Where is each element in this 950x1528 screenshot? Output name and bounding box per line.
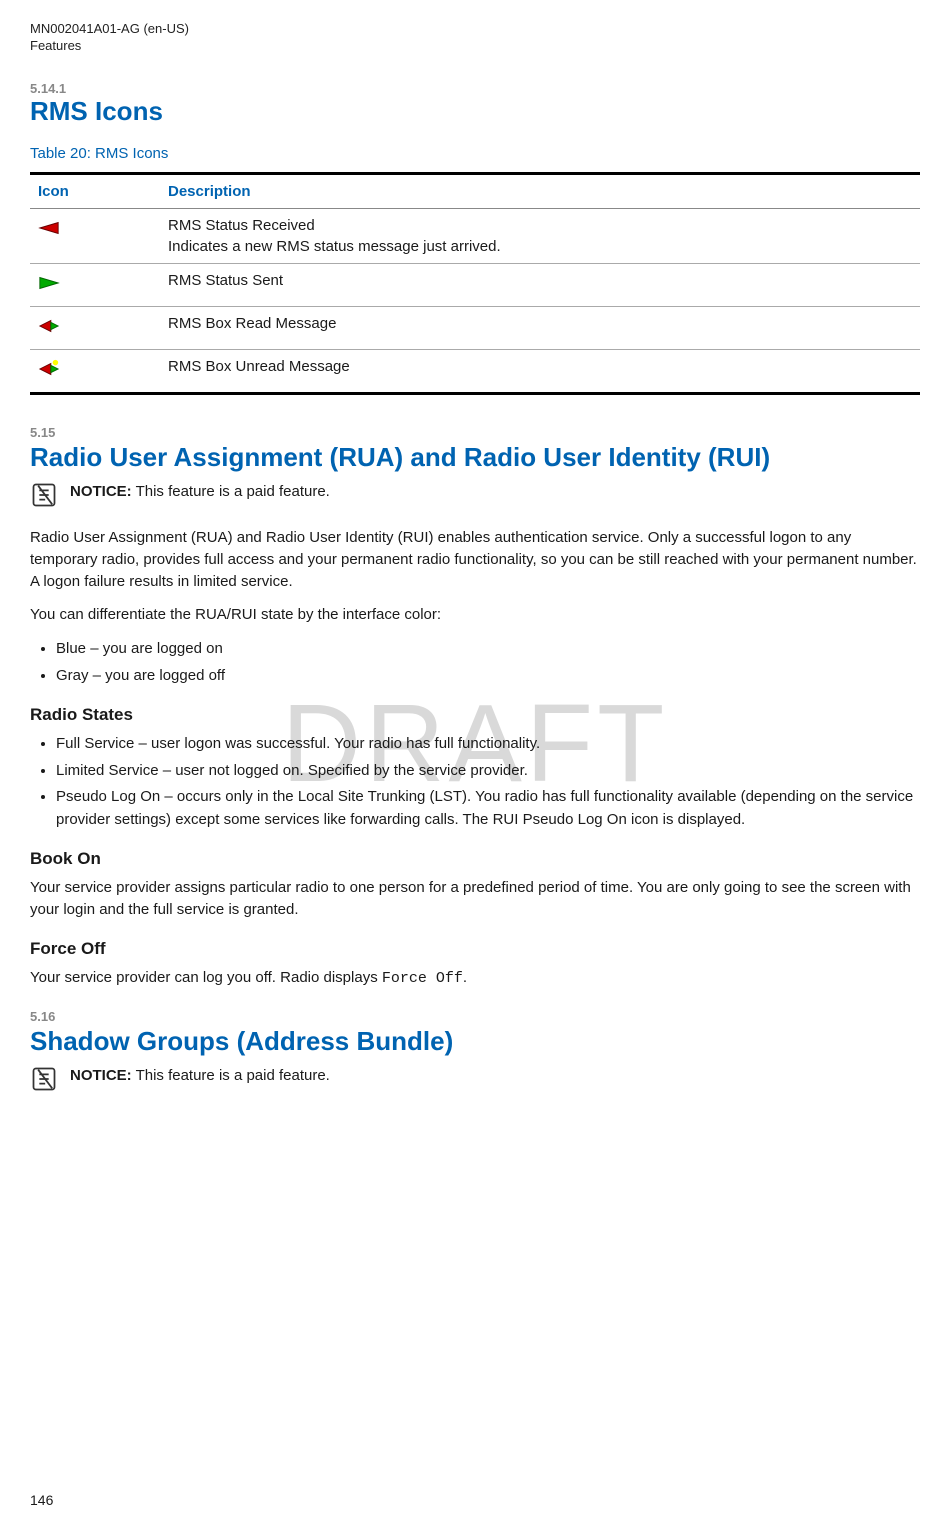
subhead-radio-states: Radio States	[30, 705, 920, 725]
doc-id: MN002041A01-AG (en-US)	[30, 20, 920, 38]
para-book-on: Your service provider assigns particular…	[30, 877, 920, 921]
list-item: Blue – you are logged on	[56, 638, 920, 661]
section-title-rms-icons: RMS Icons	[30, 96, 920, 127]
rms-status-sent-icon	[38, 272, 60, 294]
list-item: Full Service – user logon was successful…	[56, 733, 920, 756]
list-item: Pseudo Log On – occurs only in the Local…	[56, 786, 920, 831]
page-number: 146	[30, 1492, 53, 1508]
section-title-rua-rui: Radio User Assignment (RUA) and Radio Us…	[30, 442, 920, 473]
rms-icons-table: Icon Description RMS Status Received Ind…	[30, 172, 920, 395]
row-title: RMS Box Read Message	[168, 315, 912, 332]
notice-row: NOTICE: This feature is a paid feature.	[30, 1065, 920, 1093]
subhead-book-on: Book On	[30, 849, 920, 869]
list-item: Gray – you are logged off	[56, 665, 920, 688]
para-force-off: Your service provider can log you off. R…	[30, 967, 920, 990]
col-header-icon: Icon	[30, 174, 160, 209]
rms-box-unread-icon	[38, 358, 60, 380]
section-number-5-14-1: 5.14.1	[30, 81, 920, 96]
para-rua-color: You can differentiate the RUA/RUI state …	[30, 604, 920, 626]
row-detail: Indicates a new RMS status message just …	[168, 238, 501, 255]
section-title-shadow-groups: Shadow Groups (Address Bundle)	[30, 1026, 920, 1057]
doc-section: Features	[30, 38, 920, 53]
table-caption: Table 20: RMS Icons	[30, 145, 920, 162]
row-title: RMS Status Received	[168, 217, 912, 234]
force-off-code: Force Off	[382, 970, 463, 987]
row-title: RMS Box Unread Message	[168, 358, 912, 375]
para-rua-intro: Radio User Assignment (RUA) and Radio Us…	[30, 527, 920, 592]
table-row: RMS Box Read Message	[30, 307, 920, 350]
table-row: RMS Status Received Indicates a new RMS …	[30, 209, 920, 264]
table-row: RMS Status Sent	[30, 264, 920, 307]
subhead-force-off: Force Off	[30, 939, 920, 959]
rms-status-received-icon	[38, 217, 60, 239]
notice-body: This feature is a paid feature.	[132, 1067, 330, 1084]
notice-icon	[30, 481, 58, 509]
notice-icon	[30, 1065, 58, 1093]
row-title: RMS Status Sent	[168, 272, 912, 289]
color-state-list: Blue – you are logged on Gray – you are …	[30, 638, 920, 687]
col-header-description: Description	[160, 174, 920, 209]
radio-states-list: Full Service – user logon was successful…	[30, 733, 920, 831]
list-item: Limited Service – user not logged on. Sp…	[56, 760, 920, 783]
table-row: RMS Box Unread Message	[30, 350, 920, 394]
notice-row: NOTICE: This feature is a paid feature.	[30, 481, 920, 509]
section-number-5-16: 5.16	[30, 1009, 920, 1024]
force-off-post: .	[463, 969, 467, 986]
force-off-pre: Your service provider can log you off. R…	[30, 969, 382, 986]
notice-label: NOTICE:	[70, 1067, 132, 1084]
notice-body: This feature is a paid feature.	[132, 483, 330, 500]
rms-box-read-icon	[38, 315, 60, 337]
notice-label: NOTICE:	[70, 483, 132, 500]
section-number-5-15: 5.15	[30, 425, 920, 440]
